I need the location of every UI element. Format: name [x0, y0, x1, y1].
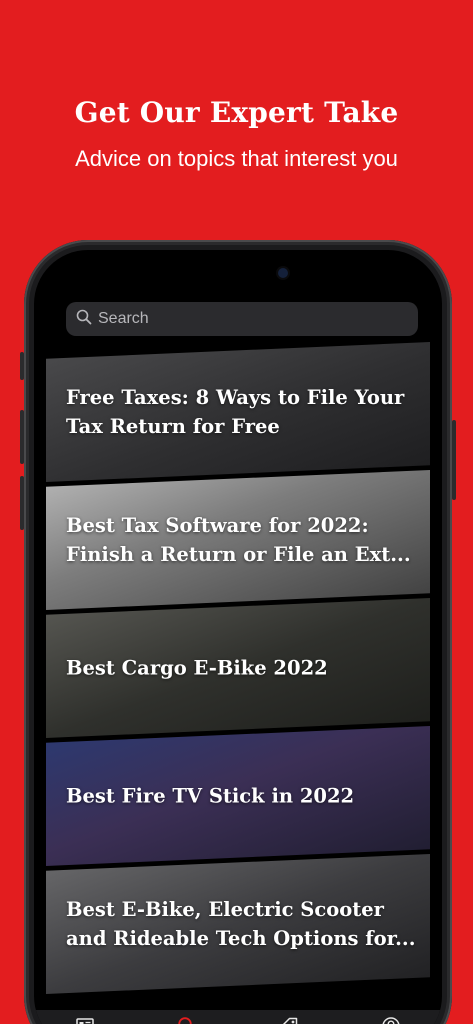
search-icon: [177, 1016, 197, 1024]
volume-down-button: [20, 476, 24, 530]
search-input[interactable]: [98, 310, 398, 328]
article-card[interactable]: Free Taxes: 8 Ways to File Your Tax Retu…: [46, 342, 430, 482]
news-icon: [75, 1016, 95, 1024]
article-card[interactable]: Best Tax Software for 2022: Finish a Ret…: [46, 470, 430, 610]
promo-subtitle: Advice on topics that interest you: [75, 146, 398, 171]
article-card[interactable]: Best Cargo E-Bike 2022: [46, 598, 430, 738]
volume-up-button: [20, 410, 24, 464]
tab-search[interactable]: [175, 1016, 199, 1024]
silent-switch: [20, 352, 24, 380]
power-button: [452, 420, 456, 500]
tab-news[interactable]: [73, 1016, 97, 1024]
article-title: Best E-Bike, Electric Scooter and Rideab…: [66, 898, 416, 950]
article-title: Free Taxes: 8 Ways to File Your Tax Retu…: [66, 386, 405, 438]
tab-bar: [34, 1010, 442, 1024]
tag-icon: [279, 1016, 299, 1024]
phone-screen: Free Taxes: 8 Ways to File Your Tax Retu…: [34, 250, 442, 1024]
tab-deals[interactable]: [277, 1016, 301, 1024]
profile-icon: [381, 1016, 401, 1024]
front-camera: [278, 268, 288, 278]
article-card[interactable]: Best E-Bike, Electric Scooter and Rideab…: [46, 854, 430, 994]
search-bar[interactable]: [66, 302, 418, 336]
search-icon: [76, 309, 92, 330]
phone-frame: Free Taxes: 8 Ways to File Your Tax Retu…: [20, 240, 456, 1024]
article-title: Best Fire TV Stick in 2022: [66, 784, 355, 808]
article-title: Best Cargo E-Bike 2022: [66, 656, 328, 680]
article-title: Best Tax Software for 2022: Finish a Ret…: [66, 514, 411, 566]
tab-profile[interactable]: [379, 1016, 403, 1024]
notch: [150, 250, 326, 278]
article-list: Free Taxes: 8 Ways to File Your Tax Retu…: [46, 342, 430, 1022]
article-card[interactable]: Best Fire TV Stick in 2022: [46, 726, 430, 866]
promo-title: Get Our Expert Take: [74, 96, 399, 129]
